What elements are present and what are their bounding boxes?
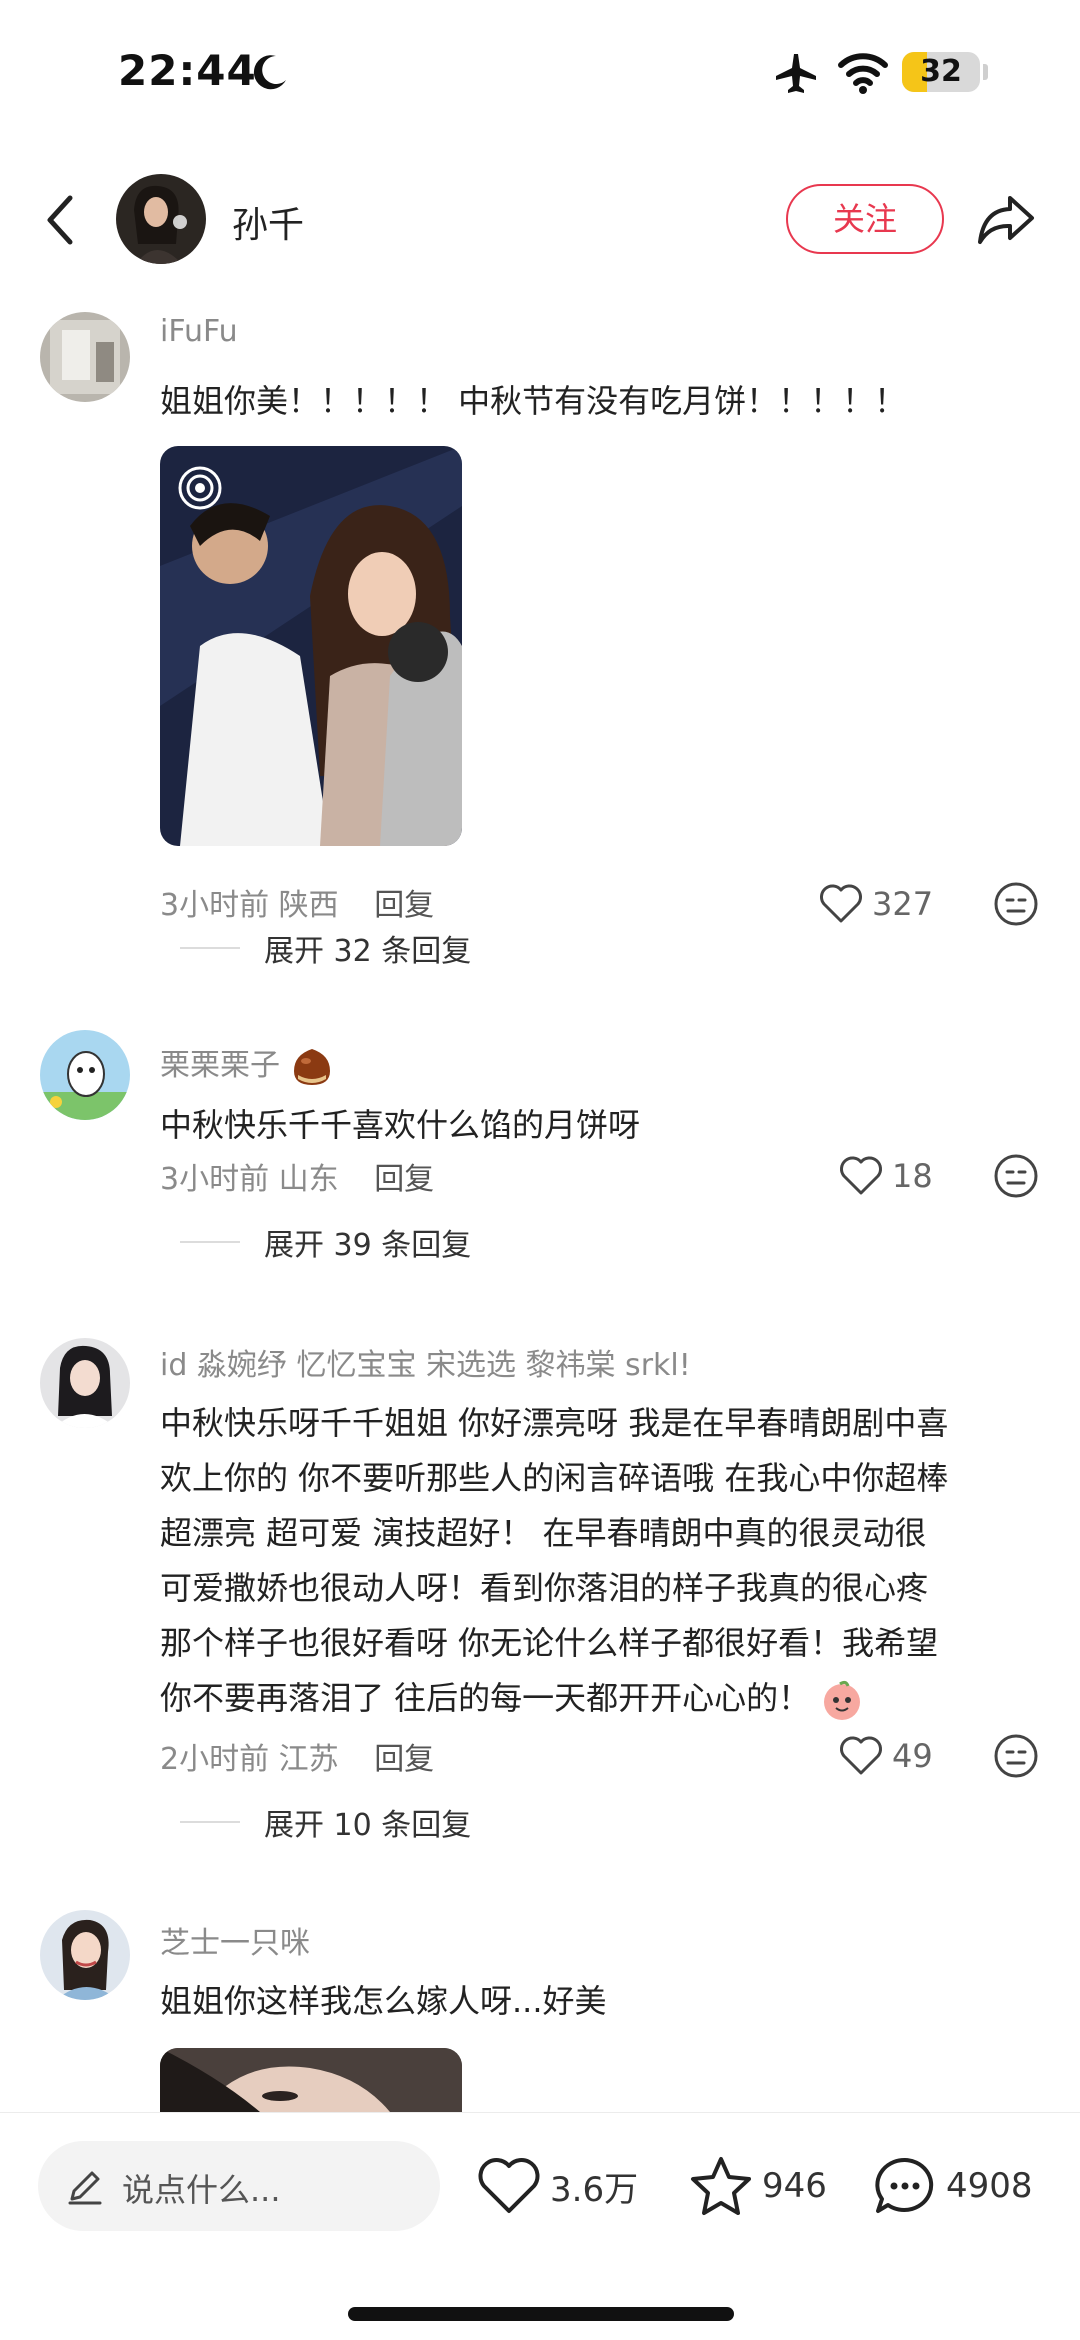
commenter-avatar[interactable] [40, 1338, 130, 1428]
like-count: 327 [872, 885, 934, 923]
expand-replies[interactable]: 展开 39 条回复 [180, 1220, 471, 1264]
emoji-reaction-icon[interactable] [993, 881, 1039, 927]
comment-text: 姐姐你美！！！！！ 中秋节有没有吃月饼！！！！！ [160, 382, 907, 420]
comment-time: 3小时前 [160, 1162, 270, 1197]
status-bar: 22:44 32 [0, 0, 1080, 150]
comment-text: 中秋快乐呀千千姐姐 你好漂亮呀 我是在早春晴朗剧中喜 欢上你的 你不要听那些人的… [160, 1396, 1050, 1726]
comment-button[interactable]: 4908 [872, 2151, 1033, 2221]
comment-meta: 3小时前 山东 回复 [160, 1154, 434, 1198]
commenter-name[interactable]: id 淼婉纾 忆忆宝宝 宋选选 黎祎棠 srkl! [160, 1340, 691, 1384]
moon-icon [253, 55, 286, 90]
expand-replies-label: 展开 32 条回复 [264, 934, 472, 969]
follow-button[interactable]: 关注 [786, 184, 944, 254]
comment-location: 江苏 [278, 1742, 339, 1777]
commenter-name[interactable]: 芝士一只咪 [160, 1918, 310, 1962]
comment-meta: 3小时前 陕西 回复 [160, 880, 434, 924]
comment-line: 你不要再落泪了 往后的每一天都开开心心的！ [160, 1679, 811, 1717]
expand-replies[interactable]: 展开 32 条回复 [180, 926, 471, 970]
comment-time: 2小时前 [160, 1742, 270, 1777]
expand-replies[interactable]: 展开 10 条回复 [180, 1800, 471, 1844]
share-icon[interactable] [976, 192, 1036, 248]
heart-icon [820, 884, 862, 923]
header: 孙千 关注 [0, 168, 1080, 276]
comment-line: 中秋快乐呀千千姐姐 你好漂亮呀 我是在早春晴朗剧中喜 [160, 1404, 949, 1442]
chestnut-icon [293, 1048, 330, 1085]
star-icon [691, 2157, 751, 2215]
emoji-reaction-icon[interactable] [993, 1153, 1039, 1199]
expand-divider [180, 1241, 240, 1243]
favorite-button[interactable]: 946 [688, 2151, 827, 2221]
comment-image[interactable] [160, 2048, 462, 2112]
comment-input-placeholder: 说点什么... [122, 2171, 281, 2209]
commenter-avatar[interactable] [40, 1910, 130, 2000]
comment-image[interactable] [160, 446, 462, 846]
expand-replies-label: 展开 10 条回复 [264, 1808, 472, 1843]
author-avatar[interactable] [116, 174, 206, 264]
author-name: 孙千 [232, 205, 305, 246]
commenter-avatar[interactable] [40, 312, 130, 402]
comment-line: 那个样子也很好看呀 你无论什么样子都很好看！我希望 [160, 1624, 939, 1662]
expand-divider [180, 947, 240, 949]
back-button[interactable] [40, 190, 80, 250]
reply-button[interactable]: 回复 [374, 1742, 434, 1777]
home-indicator[interactable] [348, 2307, 734, 2321]
expand-divider [180, 1821, 240, 1823]
comment-line-wrap: 你不要再落泪了 往后的每一天都开开心心的！ [160, 1671, 1050, 1726]
reply-button[interactable]: 回复 [374, 888, 434, 923]
comment-text: 姐姐你这样我怎么嫁人呀...好美 [160, 1982, 607, 2020]
comment-time: 3小时前 [160, 888, 270, 923]
battery-icon: 32 [902, 52, 980, 92]
commenter-name[interactable]: iFuFu [160, 314, 238, 349]
comment-line: 欢上你的 你不要听那些人的闲言碎语哦 在我心中你超棒 [160, 1459, 949, 1497]
bottom-bar: 说点什么... 3.6万 946 4908 [0, 2112, 1080, 2340]
pencil-icon [68, 2171, 102, 2205]
commenter-avatar[interactable] [40, 1030, 130, 1120]
like-post-button[interactable]: 3.6万 [476, 2151, 638, 2221]
comment-text: 中秋快乐千千喜欢什么馅的月饼呀 [160, 1106, 641, 1144]
peach-face-emoji [824, 1680, 861, 1720]
battery-level: 32 [920, 54, 962, 89]
wifi-icon [838, 53, 888, 94]
battery-nub [983, 64, 988, 80]
commenter-name-text: 栗栗栗子 [160, 1048, 280, 1083]
comment-line: 可爱撒娇也很动人呀！看到你落泪的样子我真的很心疼 [160, 1569, 929, 1607]
comment-meta: 2小时前 江苏 回复 [160, 1734, 434, 1778]
heart-icon [840, 1156, 882, 1195]
chat-bubble-icon [875, 2157, 934, 2213]
like-count: 49 [892, 1737, 933, 1775]
airplane-icon [776, 54, 816, 93]
comment-line: 超漂亮 超可爱 演技超好！ 在早春晴朗中真的很灵动很 [160, 1514, 927, 1552]
expand-replies-label: 展开 39 条回复 [264, 1228, 472, 1263]
reply-button[interactable]: 回复 [374, 1162, 434, 1197]
heart-icon [840, 1736, 882, 1775]
comment-count: 4908 [946, 2166, 1033, 2206]
emoji-reaction-icon[interactable] [993, 1733, 1039, 1779]
comment-location: 山东 [278, 1162, 339, 1197]
like-button[interactable]: 49 [838, 1732, 933, 1780]
like-button[interactable]: 327 [818, 880, 933, 928]
status-time: 22:44 [118, 46, 257, 95]
commenter-name[interactable]: 栗栗栗子 [160, 1040, 334, 1089]
like-count: 18 [892, 1157, 933, 1195]
comment-input[interactable]: 说点什么... [38, 2141, 440, 2231]
like-post-count: 3.6万 [550, 2169, 639, 2210]
like-button[interactable]: 18 [838, 1152, 933, 1200]
favorite-count: 946 [762, 2166, 827, 2206]
heart-icon [478, 2158, 540, 2213]
comment-location: 陕西 [278, 888, 339, 923]
